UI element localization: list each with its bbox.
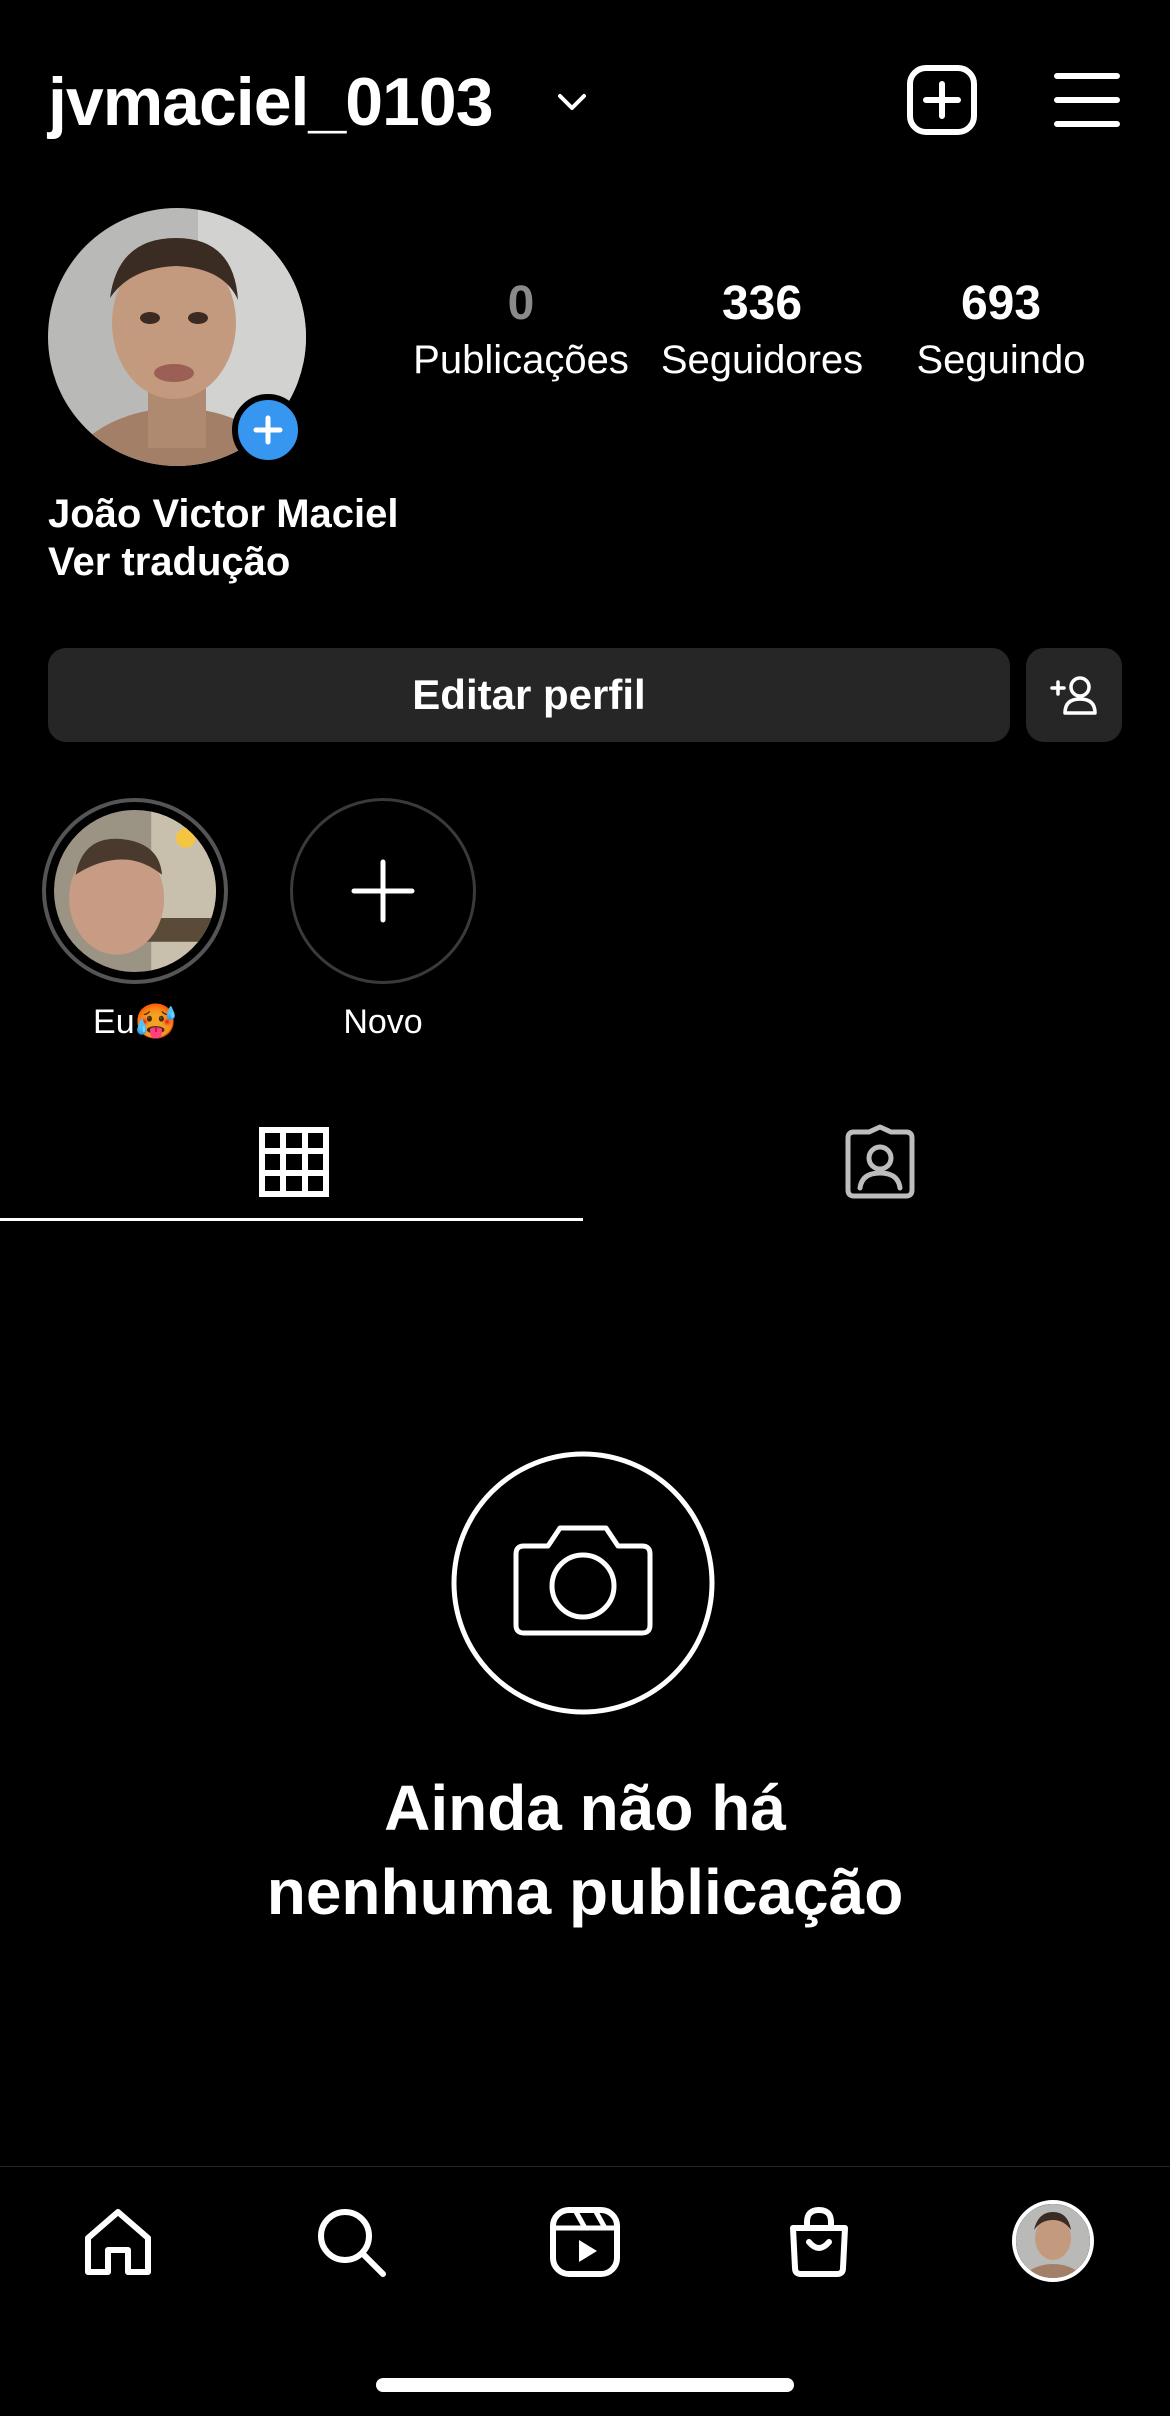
highlight-eu[interactable] bbox=[42, 798, 228, 984]
active-tab-indicator bbox=[0, 1218, 583, 1221]
plus-icon bbox=[351, 859, 415, 923]
stat-followers-label: Seguidores bbox=[660, 338, 864, 382]
discover-people-button[interactable] bbox=[1026, 648, 1122, 742]
username-switcher[interactable]: jvmaciel_0103 bbox=[48, 58, 494, 146]
new-post-icon[interactable] bbox=[906, 64, 978, 136]
home-icon[interactable] bbox=[80, 2204, 156, 2280]
chevron-down-icon[interactable] bbox=[554, 84, 590, 120]
shop-icon[interactable] bbox=[781, 2204, 857, 2280]
search-icon[interactable] bbox=[313, 2204, 389, 2280]
stat-following[interactable]: 693 Seguindo bbox=[891, 276, 1111, 386]
stat-posts: 0 Publicações bbox=[411, 276, 631, 386]
new-highlight-label: Novo bbox=[343, 1003, 423, 1041]
nav-divider bbox=[0, 2166, 1170, 2167]
empty-state-line2: nenhuma publicação bbox=[266, 1856, 904, 1928]
grid-icon[interactable] bbox=[256, 1124, 332, 1200]
full-name: João Victor Maciel bbox=[48, 492, 399, 536]
see-translation-link[interactable]: Ver tradução bbox=[48, 536, 290, 588]
empty-state-message: Ainda não há nenhuma publicação bbox=[85, 1766, 1085, 1934]
stat-following-label: Seguindo bbox=[916, 338, 1086, 382]
edit-profile-label: Editar perfil bbox=[412, 671, 646, 718]
home-indicator bbox=[376, 2378, 794, 2392]
stat-posts-label: Publicações bbox=[413, 338, 629, 382]
new-highlight-button[interactable] bbox=[290, 798, 476, 984]
plus-icon bbox=[253, 415, 283, 445]
highlight-cover bbox=[54, 810, 216, 972]
add-story-button[interactable] bbox=[232, 394, 304, 466]
camera-icon bbox=[451, 1451, 715, 1715]
highlight-cover-illustration bbox=[54, 810, 216, 972]
edit-profile-button[interactable]: Editar perfil bbox=[48, 648, 1010, 742]
add-person-icon bbox=[1050, 676, 1097, 715]
highlight-eu-label: Eu🥵 bbox=[93, 1003, 177, 1041]
stat-posts-value: 0 bbox=[507, 277, 535, 330]
stat-followers[interactable]: 336 Seguidores bbox=[652, 276, 872, 386]
tagged-icon[interactable] bbox=[842, 1124, 918, 1200]
menu-icon[interactable] bbox=[1054, 70, 1120, 130]
profile-avatar-illustration bbox=[1016, 2204, 1090, 2278]
profile-avatar[interactable] bbox=[1012, 2200, 1094, 2282]
empty-state-line1: Ainda não há bbox=[384, 1772, 786, 1844]
reels-icon[interactable] bbox=[547, 2204, 623, 2280]
stat-followers-value: 336 bbox=[721, 277, 803, 330]
stat-following-value: 693 bbox=[960, 277, 1042, 330]
